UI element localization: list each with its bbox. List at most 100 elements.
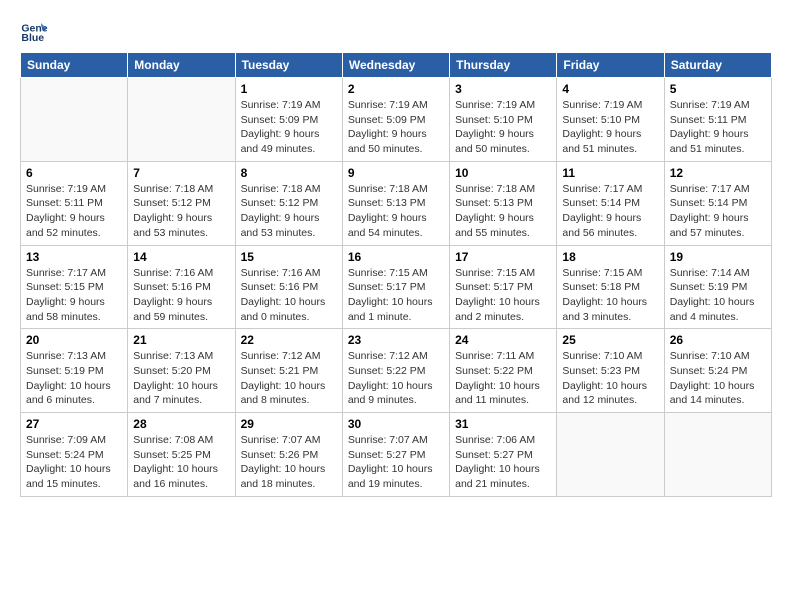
day-detail: Sunrise: 7:08 AMSunset: 5:25 PMDaylight:… — [133, 433, 229, 492]
calendar-cell: 3Sunrise: 7:19 AMSunset: 5:10 PMDaylight… — [450, 78, 557, 162]
calendar-cell: 13 Sunrise: 7:17 AMSunset: 5:15 PMDayligh… — [21, 245, 128, 329]
calendar-cell — [128, 78, 235, 162]
day-number: 19 — [670, 250, 766, 264]
calendar-cell: 24Sunrise: 7:11 AMSunset: 5:22 PMDayligh… — [450, 329, 557, 413]
calendar-cell: 7 Sunrise: 7:18 AMSunset: 5:12 PMDaylight… — [128, 161, 235, 245]
day-detail: Sunrise: 7:10 AMSunset: 5:23 PMDaylight:… — [562, 349, 658, 408]
day-number: 10 — [455, 166, 551, 180]
calendar-table: SundayMondayTuesdayWednesdayThursdayFrid… — [20, 52, 772, 497]
day-number: 12 — [670, 166, 766, 180]
day-detail: Sunrise: 7:17 AMSunset: 5:14 PMDaylight:… — [670, 182, 766, 241]
svg-text:Blue: Blue — [21, 32, 44, 44]
calendar-cell: 8Sunrise: 7:18 AMSunset: 5:12 PMDaylight… — [235, 161, 342, 245]
calendar-cell: 31 Sunrise: 7:06 AMSunset: 5:27 PMDayligh… — [450, 413, 557, 497]
day-detail: Sunrise: 7:19 AMSunset: 5:09 PMDaylight:… — [241, 98, 337, 157]
calendar-header-sunday: Sunday — [21, 53, 128, 78]
day-number: 6 — [26, 166, 122, 180]
day-detail: Sunrise: 7:07 AMSunset: 5:27 PMDaylight:… — [348, 433, 444, 492]
logo: General Blue — [20, 16, 52, 44]
day-number: 9 — [348, 166, 444, 180]
page-header: General Blue — [20, 16, 772, 44]
day-number: 20 — [26, 333, 122, 347]
day-number: 7 — [133, 166, 229, 180]
day-detail: Sunrise: 7:13 AMSunset: 5:19 PMDaylight:… — [26, 349, 122, 408]
calendar-cell: 19 Sunrise: 7:14 AMSunset: 5:19 PMDayligh… — [664, 245, 771, 329]
day-detail: Sunrise: 7:19 AMSunset: 5:10 PMDaylight:… — [455, 98, 551, 157]
calendar-cell: 11 Sunrise: 7:17 AMSunset: 5:14 PMDayligh… — [557, 161, 664, 245]
calendar-cell: 25 Sunrise: 7:10 AMSunset: 5:23 PMDayligh… — [557, 329, 664, 413]
day-detail: Sunrise: 7:13 AMSunset: 5:20 PMDaylight:… — [133, 349, 229, 408]
day-number: 8 — [241, 166, 337, 180]
day-number: 5 — [670, 82, 766, 96]
day-detail: Sunrise: 7:12 AMSunset: 5:22 PMDaylight:… — [348, 349, 444, 408]
day-number: 17 — [455, 250, 551, 264]
calendar-header-tuesday: Tuesday — [235, 53, 342, 78]
calendar-cell: 10 Sunrise: 7:18 AMSunset: 5:13 PMDayligh… — [450, 161, 557, 245]
calendar-cell: 28 Sunrise: 7:08 AMSunset: 5:25 PMDayligh… — [128, 413, 235, 497]
day-detail: Sunrise: 7:18 AMSunset: 5:12 PMDaylight:… — [133, 182, 229, 241]
day-number: 30 — [348, 417, 444, 431]
day-number: 15 — [241, 250, 337, 264]
calendar-cell — [557, 413, 664, 497]
day-detail: Sunrise: 7:19 AMSunset: 5:11 PMDaylight:… — [26, 182, 122, 241]
day-detail: Sunrise: 7:18 AMSunset: 5:13 PMDaylight:… — [455, 182, 551, 241]
calendar-cell: 17 Sunrise: 7:15 AMSunset: 5:17 PMDayligh… — [450, 245, 557, 329]
day-number: 24 — [455, 333, 551, 347]
day-detail: Sunrise: 7:06 AMSunset: 5:27 PMDaylight:… — [455, 433, 551, 492]
day-number: 25 — [562, 333, 658, 347]
calendar-cell: 1 Sunrise: 7:19 AMSunset: 5:09 PMDaylight… — [235, 78, 342, 162]
calendar-cell: 2 Sunrise: 7:19 AMSunset: 5:09 PMDaylight… — [342, 78, 449, 162]
day-number: 13 — [26, 250, 122, 264]
calendar-week-row: 1 Sunrise: 7:19 AMSunset: 5:09 PMDaylight… — [21, 78, 772, 162]
calendar-cell: 12 Sunrise: 7:17 AMSunset: 5:14 PMDayligh… — [664, 161, 771, 245]
day-number: 14 — [133, 250, 229, 264]
calendar-header-thursday: Thursday — [450, 53, 557, 78]
day-number: 29 — [241, 417, 337, 431]
day-number: 11 — [562, 166, 658, 180]
calendar-header-friday: Friday — [557, 53, 664, 78]
calendar-cell: 30 Sunrise: 7:07 AMSunset: 5:27 PMDayligh… — [342, 413, 449, 497]
calendar-cell: 29 Sunrise: 7:07 AMSunset: 5:26 PMDayligh… — [235, 413, 342, 497]
day-number: 23 — [348, 333, 444, 347]
calendar-week-row: 20 Sunrise: 7:13 AMSunset: 5:19 PMDayligh… — [21, 329, 772, 413]
day-detail: Sunrise: 7:17 AMSunset: 5:15 PMDaylight:… — [26, 266, 122, 325]
day-detail: Sunrise: 7:16 AMSunset: 5:16 PMDaylight:… — [133, 266, 229, 325]
calendar-cell: 21 Sunrise: 7:13 AMSunset: 5:20 PMDayligh… — [128, 329, 235, 413]
day-number: 26 — [670, 333, 766, 347]
day-number: 21 — [133, 333, 229, 347]
day-detail: Sunrise: 7:17 AMSunset: 5:14 PMDaylight:… — [562, 182, 658, 241]
day-detail: Sunrise: 7:07 AMSunset: 5:26 PMDaylight:… — [241, 433, 337, 492]
calendar-header-row: SundayMondayTuesdayWednesdayThursdayFrid… — [21, 53, 772, 78]
day-number: 2 — [348, 82, 444, 96]
calendar-cell: 23 Sunrise: 7:12 AMSunset: 5:22 PMDayligh… — [342, 329, 449, 413]
day-number: 4 — [562, 82, 658, 96]
calendar-cell: 15Sunrise: 7:16 AMSunset: 5:16 PMDayligh… — [235, 245, 342, 329]
day-detail: Sunrise: 7:14 AMSunset: 5:19 PMDaylight:… — [670, 266, 766, 325]
day-number: 1 — [241, 82, 337, 96]
calendar-week-row: 27Sunrise: 7:09 AMSunset: 5:24 PMDayligh… — [21, 413, 772, 497]
day-detail: Sunrise: 7:18 AMSunset: 5:13 PMDaylight:… — [348, 182, 444, 241]
day-detail: Sunrise: 7:19 AMSunset: 5:09 PMDaylight:… — [348, 98, 444, 157]
calendar-week-row: 6 Sunrise: 7:19 AMSunset: 5:11 PMDaylight… — [21, 161, 772, 245]
calendar-cell: 4 Sunrise: 7:19 AMSunset: 5:10 PMDaylight… — [557, 78, 664, 162]
day-detail: Sunrise: 7:15 AMSunset: 5:17 PMDaylight:… — [455, 266, 551, 325]
calendar-cell: 22Sunrise: 7:12 AMSunset: 5:21 PMDayligh… — [235, 329, 342, 413]
calendar-cell: 16Sunrise: 7:15 AMSunset: 5:17 PMDayligh… — [342, 245, 449, 329]
day-number: 31 — [455, 417, 551, 431]
day-detail: Sunrise: 7:19 AMSunset: 5:10 PMDaylight:… — [562, 98, 658, 157]
day-number: 28 — [133, 417, 229, 431]
calendar-cell: 9 Sunrise: 7:18 AMSunset: 5:13 PMDaylight… — [342, 161, 449, 245]
calendar-cell: 5 Sunrise: 7:19 AMSunset: 5:11 PMDaylight… — [664, 78, 771, 162]
calendar-cell: 27Sunrise: 7:09 AMSunset: 5:24 PMDayligh… — [21, 413, 128, 497]
day-number: 18 — [562, 250, 658, 264]
calendar-cell: 18 Sunrise: 7:15 AMSunset: 5:18 PMDayligh… — [557, 245, 664, 329]
day-number: 22 — [241, 333, 337, 347]
calendar-week-row: 13 Sunrise: 7:17 AMSunset: 5:15 PMDayligh… — [21, 245, 772, 329]
logo-icon: General Blue — [20, 16, 48, 44]
day-detail: Sunrise: 7:15 AMSunset: 5:17 PMDaylight:… — [348, 266, 444, 325]
calendar-cell — [664, 413, 771, 497]
day-detail: Sunrise: 7:15 AMSunset: 5:18 PMDaylight:… — [562, 266, 658, 325]
day-detail: Sunrise: 7:19 AMSunset: 5:11 PMDaylight:… — [670, 98, 766, 157]
calendar-header-saturday: Saturday — [664, 53, 771, 78]
day-number: 27 — [26, 417, 122, 431]
